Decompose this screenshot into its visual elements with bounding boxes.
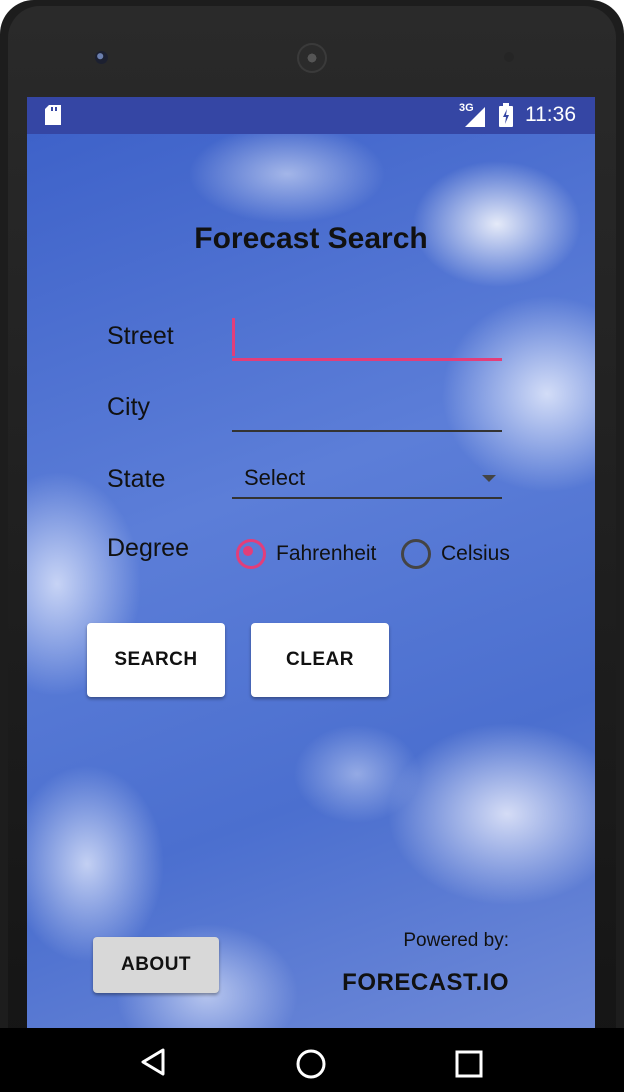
city-field[interactable] bbox=[232, 396, 506, 432]
about-button[interactable]: ABOUT bbox=[93, 937, 219, 993]
fahrenheit-label[interactable]: Fahrenheit bbox=[276, 542, 376, 566]
navigation-bar bbox=[0, 1028, 624, 1092]
clear-button[interactable]: CLEAR bbox=[251, 623, 389, 697]
state-selected-value: Select bbox=[244, 465, 306, 490]
phone-frame: 3G 11:36 Forecast Search Street City Sta… bbox=[0, 0, 624, 1092]
proximity-sensor bbox=[504, 52, 514, 62]
earpiece-speaker bbox=[297, 43, 327, 73]
signal-icon bbox=[465, 105, 485, 132]
city-input[interactable] bbox=[232, 396, 506, 424]
street-label: Street bbox=[107, 322, 174, 350]
city-label: City bbox=[107, 393, 151, 421]
front-camera bbox=[95, 51, 108, 64]
status-time: 11:36 bbox=[525, 103, 576, 126]
battery-icon bbox=[499, 103, 513, 132]
powered-by-label: Powered by: bbox=[403, 930, 509, 951]
fahrenheit-radio[interactable] bbox=[236, 539, 266, 569]
celsius-radio[interactable] bbox=[401, 539, 431, 569]
degree-label: Degree bbox=[107, 534, 189, 562]
search-button[interactable]: SEARCH bbox=[87, 623, 225, 697]
forecast-io-link[interactable]: FORECAST.IO bbox=[342, 969, 509, 997]
state-dropdown[interactable]: Select bbox=[232, 463, 502, 499]
forecast-search-screen: Forecast Search Street City State Select… bbox=[27, 134, 595, 1028]
text-cursor bbox=[232, 318, 235, 356]
sd-card-icon bbox=[45, 105, 61, 125]
state-label: State bbox=[107, 465, 166, 493]
dropdown-arrow-icon bbox=[482, 475, 496, 482]
street-field[interactable] bbox=[232, 318, 506, 361]
street-input[interactable] bbox=[232, 320, 506, 348]
home-icon[interactable] bbox=[295, 1048, 327, 1085]
celsius-label[interactable]: Celsius bbox=[441, 542, 510, 566]
back-icon[interactable] bbox=[139, 1047, 167, 1082]
status-bar: 3G 11:36 bbox=[27, 97, 595, 134]
recents-icon[interactable] bbox=[455, 1050, 483, 1083]
screen: 3G 11:36 Forecast Search Street City Sta… bbox=[27, 97, 595, 1028]
page-title: Forecast Search bbox=[194, 222, 428, 255]
